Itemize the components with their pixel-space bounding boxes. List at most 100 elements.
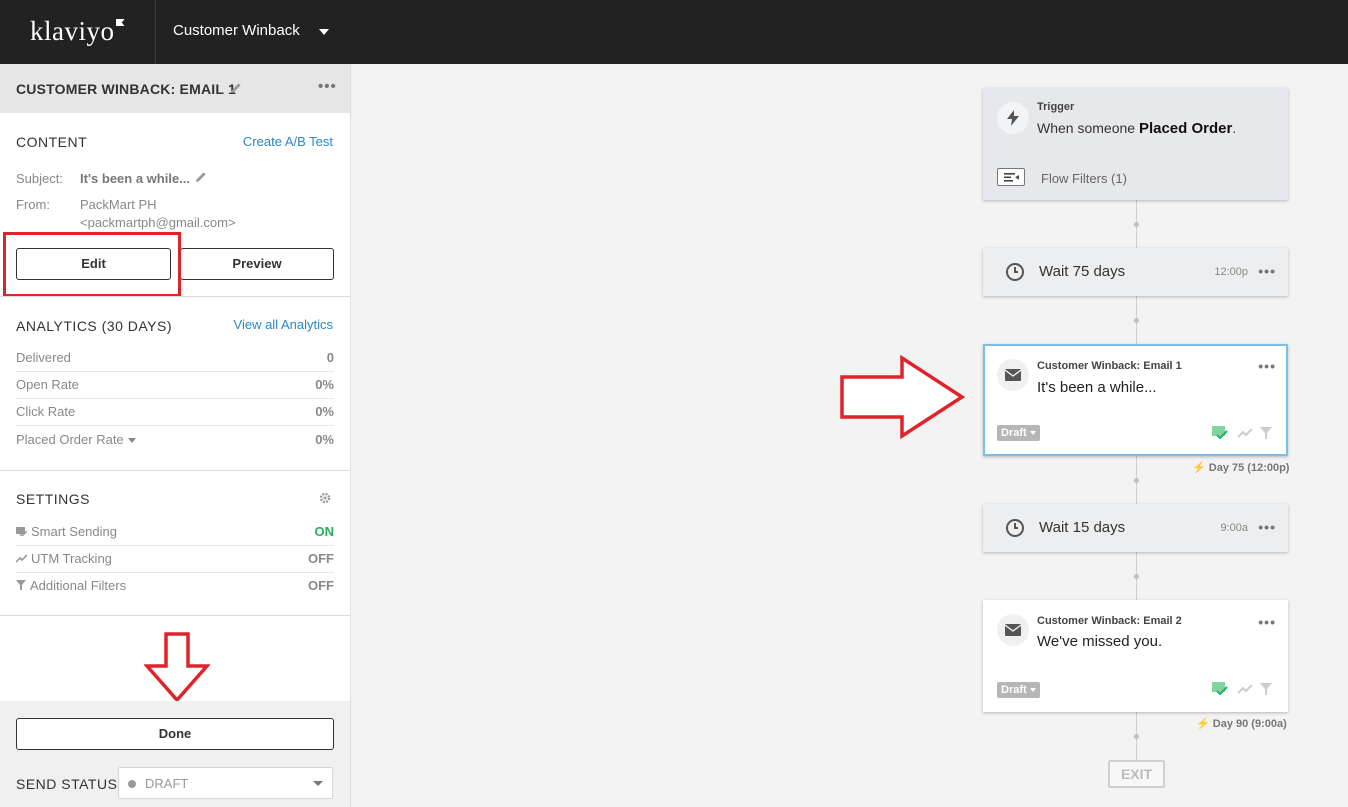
smart-sending-status[interactable]: ON	[315, 524, 335, 539]
filter-icon	[1260, 427, 1272, 439]
from-email: <packmartph@gmail.com>	[80, 215, 236, 230]
smart-sending-icon	[16, 527, 28, 538]
utm-tracking-label: UTM Tracking	[31, 551, 112, 566]
subject-value: It's been a while...	[80, 171, 191, 186]
annotation-highlight-box	[3, 232, 181, 297]
annotation-down-arrow	[144, 632, 210, 702]
email-card-2[interactable]: Customer Winback: Email 2 We've missed y…	[983, 600, 1288, 712]
lightning-icon	[997, 102, 1029, 134]
more-options-icon[interactable]: •••	[1258, 358, 1276, 374]
wait-label: Wait 75 days	[1039, 263, 1126, 280]
email-subject: It's been a while...	[1037, 379, 1157, 396]
utm-tracking-icon	[1238, 428, 1252, 438]
envelope-icon	[997, 614, 1029, 646]
utm-tracking-row: UTM Tracking	[15, 551, 112, 566]
stat-placed-order-rate-label: Placed Order Rate	[16, 432, 124, 447]
stat-click-rate-value: 0%	[315, 404, 334, 419]
draft-status-badge[interactable]: Draft	[997, 682, 1040, 698]
flow-name-dropdown[interactable]: Customer Winback	[173, 22, 300, 39]
email-subject: We've missed you.	[1037, 633, 1163, 650]
row-divider	[16, 371, 334, 372]
wait-card-2[interactable]: Wait 15 days 9:00a •••	[983, 504, 1288, 552]
additional-filters-status[interactable]: OFF	[308, 578, 334, 593]
trigger-card[interactable]: Trigger When someone Placed Order. Flow …	[983, 88, 1288, 200]
stat-open-rate-value: 0%	[315, 377, 334, 392]
trigger-description: When someone Placed Order.	[1037, 120, 1237, 137]
smart-sending-row: Smart Sending	[16, 524, 117, 539]
flow-filters-link[interactable]: Flow Filters (1)	[1041, 171, 1127, 186]
clock-icon	[1006, 263, 1024, 281]
envelope-icon	[997, 359, 1029, 391]
gear-icon[interactable]	[319, 492, 331, 504]
utm-tracking-status[interactable]: OFF	[308, 551, 334, 566]
smart-sending-icon	[1212, 426, 1228, 439]
caret-down-icon	[127, 438, 136, 444]
status-dot-icon	[128, 780, 136, 788]
annotation-right-arrow	[840, 355, 966, 439]
more-options-icon[interactable]: •••	[1258, 263, 1276, 279]
top-bar: klaviyo Customer Winback	[0, 0, 1348, 64]
connector-dot	[1134, 222, 1139, 227]
klaviyo-logo[interactable]: klaviyo	[30, 16, 125, 47]
more-options-icon[interactable]: •••	[318, 78, 337, 95]
stat-delivered-label: Delivered	[16, 350, 71, 365]
from-label: From:	[16, 197, 50, 212]
connector-dot	[1134, 574, 1139, 579]
flow-filters-icon[interactable]	[997, 168, 1025, 186]
trigger-event: Placed Order	[1138, 120, 1233, 137]
create-ab-test-link[interactable]: Create A/B Test	[243, 134, 333, 149]
email-details-panel: CUSTOMER WINBACK: EMAIL 1 ••• CONTENT Cr…	[0, 64, 351, 807]
topbar-divider	[155, 0, 156, 64]
draft-status-badge[interactable]: Draft	[997, 425, 1040, 441]
email-title: Customer Winback: Email 1	[1037, 360, 1182, 372]
wait-card-1[interactable]: Wait 75 days 12:00p •••	[983, 248, 1288, 296]
smart-sending-label: Smart Sending	[31, 524, 117, 539]
email-card-1[interactable]: Customer Winback: Email 1 It's been a wh…	[983, 344, 1288, 456]
chevron-down-icon	[313, 781, 323, 786]
clock-icon	[1006, 519, 1024, 537]
connector-dot	[1134, 734, 1139, 739]
from-name: PackMart PH	[80, 197, 157, 212]
send-status-label: SEND STATUS	[16, 776, 118, 792]
more-options-icon[interactable]: •••	[1258, 614, 1276, 630]
email-title: Customer Winback: Email 2	[1037, 615, 1182, 627]
content-section-label: CONTENT	[16, 134, 88, 150]
connector-dot	[1134, 318, 1139, 323]
connector-dot	[1134, 478, 1139, 483]
panel-header: CUSTOMER WINBACK: EMAIL 1 •••	[0, 64, 350, 113]
pencil-icon[interactable]	[230, 82, 242, 94]
view-all-analytics-link[interactable]: View all Analytics	[234, 317, 333, 332]
utm-tracking-icon	[1238, 684, 1252, 694]
stat-placed-order-rate-dropdown[interactable]: Placed Order Rate	[16, 432, 136, 447]
send-status-value: DRAFT	[145, 776, 189, 791]
utm-tracking-icon	[15, 554, 28, 563]
additional-filters-row: Additional Filters	[16, 578, 126, 593]
send-status-select[interactable]: DRAFT	[118, 767, 333, 799]
divider	[0, 470, 350, 471]
chevron-down-icon[interactable]	[319, 29, 329, 35]
wait-time: 12:00p	[1214, 266, 1248, 278]
wait-label: Wait 15 days	[1039, 519, 1126, 536]
trigger-label: Trigger	[1037, 101, 1075, 113]
row-divider	[16, 545, 334, 546]
analytics-section-label: ANALYTICS (30 DAYS)	[16, 318, 173, 334]
edit-subject-pencil-icon[interactable]	[195, 171, 207, 183]
row-divider	[16, 572, 334, 573]
settings-section-label: SETTINGS	[16, 491, 91, 507]
divider	[0, 296, 350, 297]
additional-filters-label: Additional Filters	[30, 578, 127, 593]
filter-icon	[1260, 683, 1272, 695]
stat-open-rate-label: Open Rate	[16, 377, 79, 392]
row-divider	[16, 398, 334, 399]
panel-title: CUSTOMER WINBACK: EMAIL 1	[16, 81, 236, 97]
email-2-day-label: ⚡ Day 90 (9:00a)	[1196, 718, 1287, 730]
done-button[interactable]: Done	[16, 718, 334, 750]
email-1-day-label: ⚡ Day 75 (12:00p)	[1192, 462, 1290, 474]
wait-time: 9:00a	[1220, 522, 1248, 534]
exit-node: EXIT	[1108, 760, 1165, 788]
more-options-icon[interactable]: •••	[1258, 519, 1276, 535]
divider	[0, 615, 350, 616]
filter-icon	[16, 580, 26, 590]
preview-button[interactable]: Preview	[180, 248, 334, 280]
subject-label: Subject:	[16, 171, 63, 186]
